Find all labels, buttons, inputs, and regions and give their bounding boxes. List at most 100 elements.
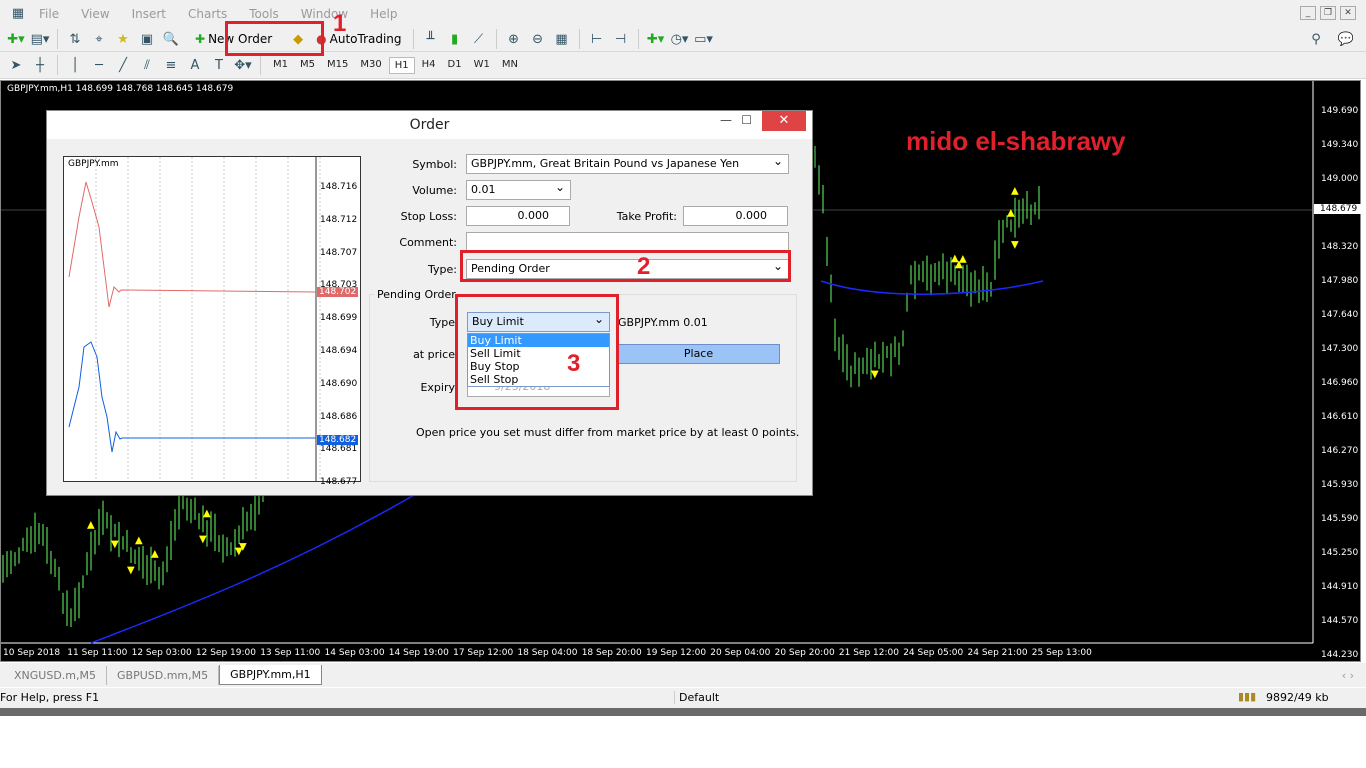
menu-insert[interactable]: Insert	[121, 7, 177, 21]
trendline-icon[interactable]: ╱	[113, 55, 133, 75]
timeframe-h1[interactable]: H1	[388, 56, 415, 74]
tab-xngusd[interactable]: XNGUSD.m,M5	[4, 665, 107, 685]
minimize-icon[interactable]: —	[720, 113, 732, 127]
volume-label: Volume:	[412, 184, 457, 197]
strategy-tester-icon[interactable]: 🔍	[161, 29, 181, 49]
fractal-arrow: ▲	[1007, 208, 1015, 219]
line-chart-icon[interactable]: ⟋	[469, 29, 489, 49]
market-watch-icon[interactable]: ⇅	[65, 29, 85, 49]
mini-price-tick: 148.707	[320, 247, 358, 258]
timeframe-m15[interactable]: M15	[322, 57, 353, 74]
new-chart-icon[interactable]: ✚▾	[6, 29, 26, 49]
time-tick: 18 Sep 20:00	[581, 648, 642, 658]
timeframe-m30[interactable]: M30	[355, 57, 386, 74]
restore-icon[interactable]: ❐	[1320, 6, 1336, 20]
highlight-box-1	[225, 21, 324, 56]
text-icon[interactable]: A	[185, 55, 205, 75]
mini-price-tick: 148.716	[320, 182, 358, 192]
vertical-line-icon[interactable]: │	[65, 55, 85, 75]
timeframe-d1[interactable]: D1	[443, 57, 467, 74]
take-profit-input[interactable]: 0.000	[683, 206, 788, 226]
timeframe-m1[interactable]: M1	[268, 57, 293, 74]
chat-icon[interactable]: 💬	[1336, 29, 1356, 49]
stop-loss-label: Stop Loss:	[400, 210, 457, 223]
volume-select[interactable]: 0.01	[466, 180, 571, 200]
zoom-in-icon[interactable]: ⊕	[504, 29, 524, 49]
autotrading-button[interactable]: ● AutoTrading	[312, 28, 405, 50]
menu-file[interactable]: File	[28, 7, 70, 21]
equidistant-channel-icon[interactable]: ⫽	[137, 55, 157, 75]
standard-toolbar: ✚▾ ▤▾ ⇅ ⌖ ★ ▣ 🔍 ✚ New Order ◆ ● AutoTradin…	[0, 27, 1366, 52]
navigator-icon[interactable]: ★	[113, 29, 133, 49]
menu-help[interactable]: Help	[359, 7, 408, 21]
comment-input[interactable]	[466, 232, 789, 252]
profiles-icon[interactable]: ▤▾	[30, 29, 50, 49]
symbol-select[interactable]: GBPJPY.mm, Great Britain Pound vs Japane…	[466, 154, 789, 174]
search-icon[interactable]: ⚲	[1306, 29, 1326, 49]
templates-icon[interactable]: ▭▾	[694, 29, 714, 49]
fractal-arrow: ▲	[151, 548, 159, 559]
crosshair-icon[interactable]: ┼	[30, 55, 50, 75]
indicators-icon[interactable]: ✚▾	[646, 29, 666, 49]
price-tick: 146.610	[1321, 412, 1359, 422]
periods-icon[interactable]: ◷▾	[670, 29, 690, 49]
cursor-icon[interactable]: ➤	[6, 55, 26, 75]
price-tick: 149.690	[1321, 106, 1359, 116]
horizontal-line-icon[interactable]: ─	[89, 55, 109, 75]
close-icon[interactable]: ✕	[1340, 6, 1356, 20]
separator	[495, 29, 497, 49]
time-tick: 12 Sep 19:00	[195, 648, 256, 658]
fibonacci-icon[interactable]: ≡	[161, 55, 181, 75]
tab-scroll-icon[interactable]: ‹ ›	[1342, 669, 1354, 682]
chart-tabs: XNGUSD.m,M5 GBPUSD.mm,M5 GBPJPY.mm,H1 ‹ …	[0, 663, 1366, 687]
time-tick: 20 Sep 04:00	[710, 648, 771, 658]
traffic-text: 9892/49 kb	[1266, 691, 1329, 704]
fractal-arrow: ▲	[203, 508, 211, 519]
text-label-icon[interactable]: T	[209, 55, 229, 75]
fractal-arrow: ▼	[239, 541, 247, 552]
bar-chart-icon[interactable]: ╨	[421, 29, 441, 49]
menu-tools[interactable]: Tools	[238, 7, 290, 21]
zoom-out-icon[interactable]: ⊖	[528, 29, 548, 49]
annotation-1: 1	[333, 10, 347, 37]
chart-shift-icon[interactable]: ⊢	[587, 29, 607, 49]
stop-loss-input[interactable]: 0.000	[466, 206, 570, 226]
chart-info: GBPJPY.mm,H1 148.699 148.768 148.645 148…	[7, 84, 234, 94]
menu-window[interactable]: Window	[290, 7, 359, 21]
time-tick: 18 Sep 04:00	[517, 648, 578, 658]
place-button[interactable]: Place	[617, 344, 780, 364]
arrows-icon[interactable]: ✥▾	[233, 55, 253, 75]
timeframe-m5[interactable]: M5	[295, 57, 320, 74]
menu-charts[interactable]: Charts	[177, 7, 238, 21]
data-window-icon[interactable]: ⌖	[89, 29, 109, 49]
bid-label: 148.702	[317, 287, 359, 297]
candlestick-icon[interactable]: ▮	[445, 29, 465, 49]
price-tick: 147.640	[1321, 310, 1359, 320]
separator	[412, 29, 414, 49]
pending-note: Open price you set must differ from mark…	[416, 426, 800, 439]
terminal-icon[interactable]: ▣	[137, 29, 157, 49]
price-tick: 145.930	[1321, 480, 1359, 490]
timeframe-h4[interactable]: H4	[417, 57, 441, 74]
price-tick: 149.000	[1321, 174, 1359, 184]
price-tick: 149.340	[1321, 140, 1359, 150]
price-tick: 145.250	[1321, 548, 1359, 558]
timeframe-mn[interactable]: MN	[497, 57, 523, 74]
pending-group-title: Pending Order	[374, 288, 459, 301]
minimize-icon[interactable]: _	[1300, 6, 1316, 20]
auto-scroll-icon[interactable]: ⊣	[611, 29, 631, 49]
tile-windows-icon[interactable]: ▦	[552, 29, 572, 49]
watermark-text: mido el-shabrawy	[906, 126, 1126, 156]
menu-view[interactable]: View	[70, 7, 120, 21]
close-button[interactable]: ✕	[762, 111, 806, 131]
time-tick: 12 Sep 03:00	[131, 648, 192, 658]
tab-gbpusd[interactable]: GBPUSD.mm,M5	[107, 665, 220, 685]
maximize-icon[interactable]: ☐	[741, 113, 752, 127]
take-profit-label: Take Profit:	[616, 210, 677, 223]
connection-icon: ▮▮▮	[1238, 690, 1257, 703]
time-tick: 21 Sep 12:00	[838, 648, 899, 658]
time-tick: 11 Sep 11:00	[67, 648, 128, 658]
time-tick: 24 Sep 05:00	[903, 648, 964, 658]
timeframe-w1[interactable]: W1	[469, 57, 495, 74]
tab-gbpjpy[interactable]: GBPJPY.mm,H1	[219, 665, 322, 685]
